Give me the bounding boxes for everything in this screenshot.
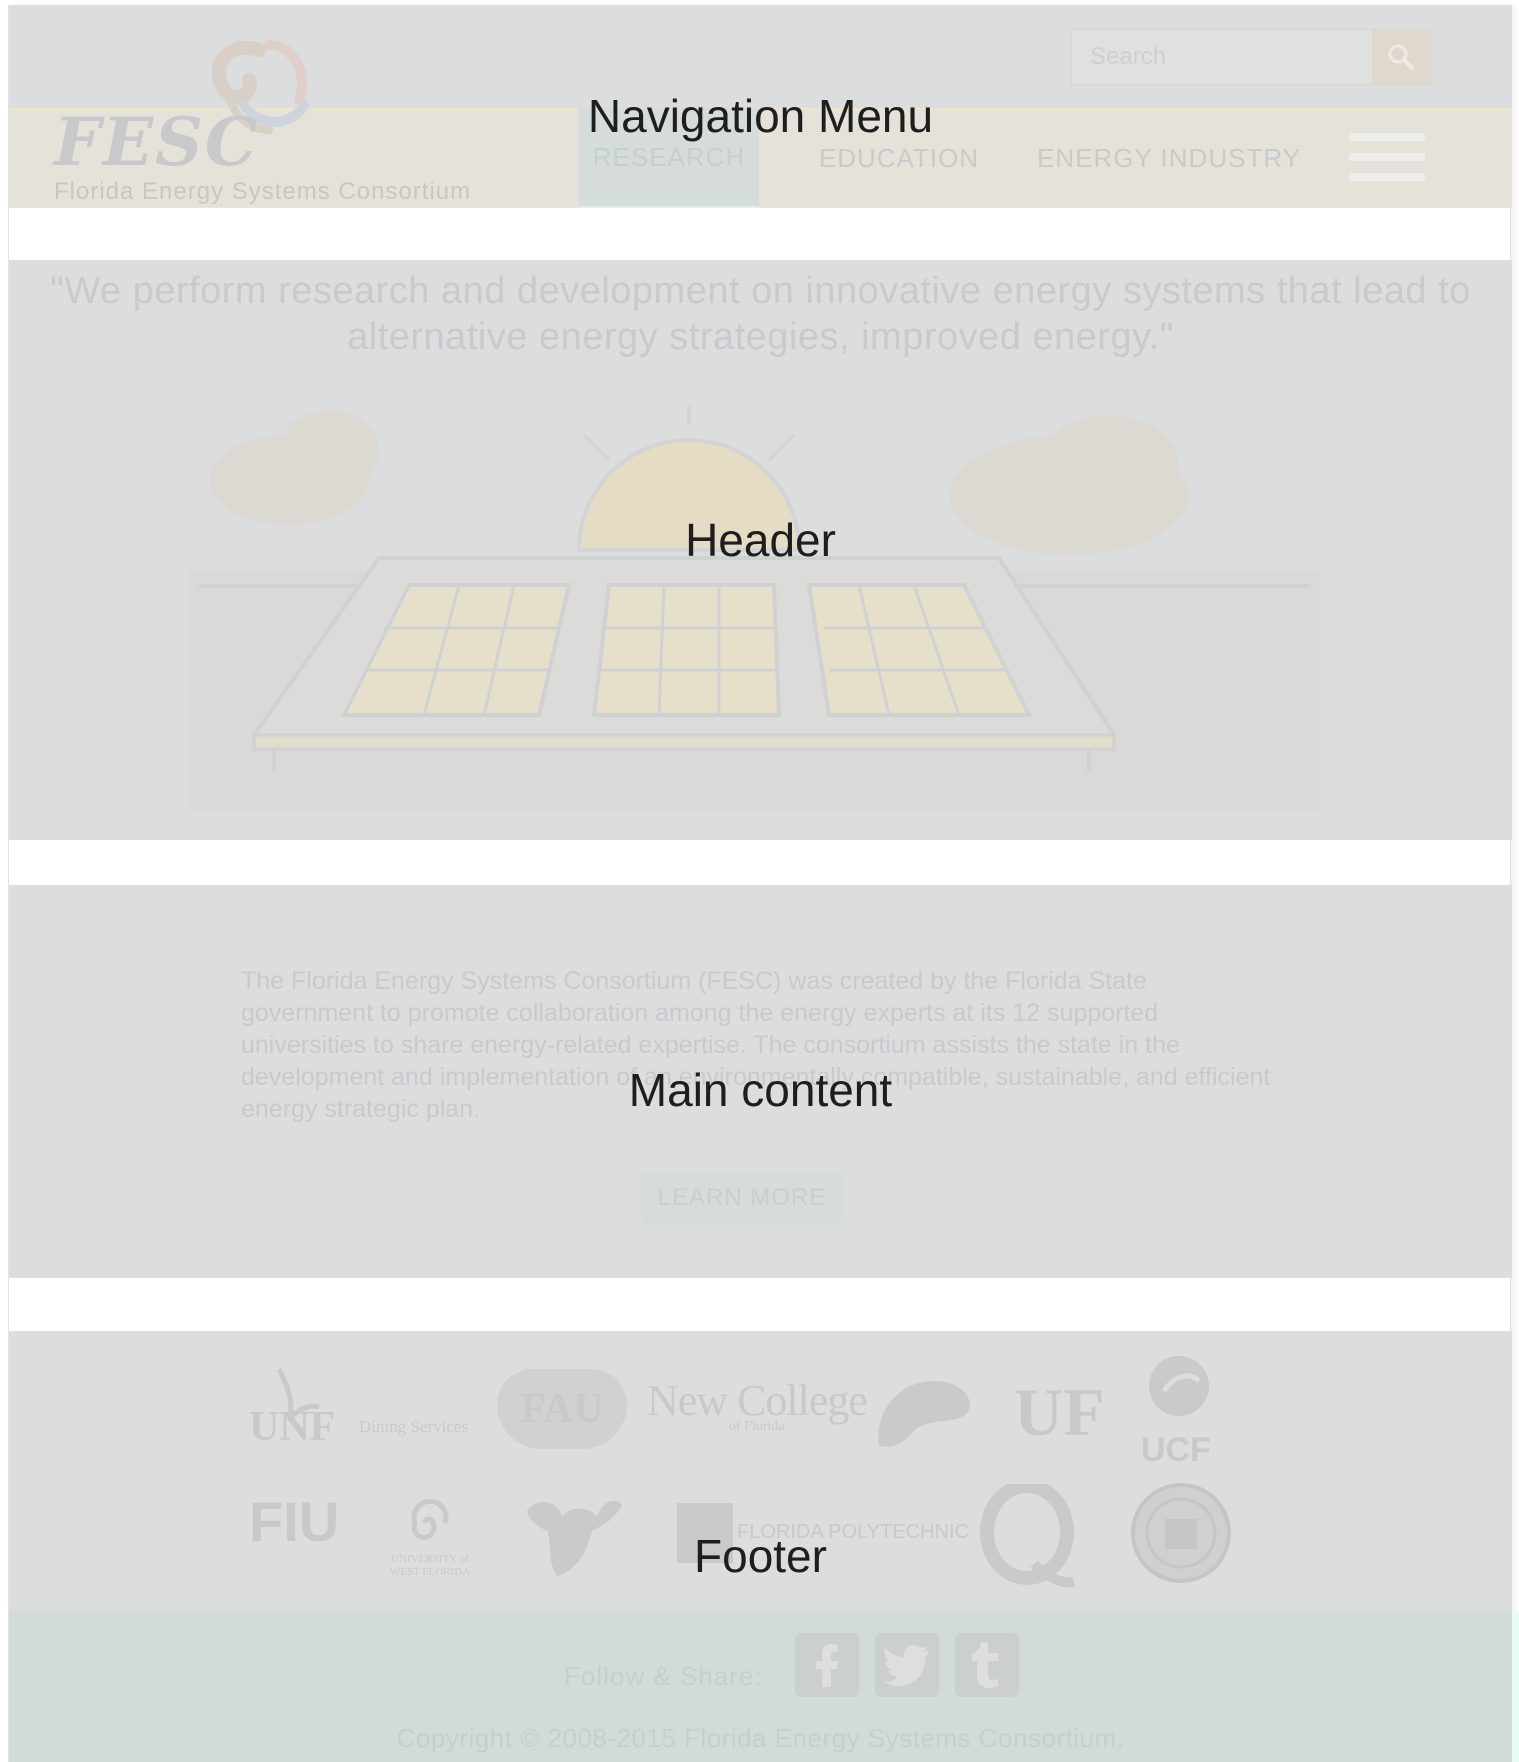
fiu-logo[interactable]: FIU: [249, 1489, 339, 1554]
intro-paragraph: The Florida Energy Systems Consortium (F…: [241, 967, 1271, 1123]
main-content: The Florida Energy Systems Consortium (F…: [9, 885, 1512, 1278]
header-quote: "We perform research and development on …: [50, 270, 1471, 358]
follow-share-label: Follow & Share:: [564, 1661, 763, 1691]
nav-item-research[interactable]: RESEARCH: [579, 108, 759, 208]
dining-services-text: Dining Services: [359, 1417, 469, 1436]
footer: UNF Dining Services FAU New College of F…: [9, 1331, 1519, 1762]
navigation-menu: FESC Florida Energy Systems Consortium R…: [9, 5, 1512, 208]
copyright-text: Copyright © 2008-2015 Florida Energy Sys…: [396, 1723, 1125, 1753]
tumblr-icon[interactable]: [955, 1633, 1019, 1697]
solar-panel-illustration: [189, 405, 1319, 810]
page: FESC Florida Energy Systems Consortium R…: [8, 5, 1519, 1762]
search-icon: [1388, 44, 1414, 70]
learn-more-button[interactable]: LEARN MORE: [641, 1171, 843, 1225]
uwf-logo[interactable]: UNIVERSITY of WEST FLORIDA: [385, 1553, 475, 1579]
logo-text: FESC: [54, 103, 260, 181]
fgcu-logo-icon[interactable]: [979, 1484, 1079, 1589]
search-button[interactable]: [1372, 30, 1430, 84]
fsu-seal-icon[interactable]: [1129, 1481, 1233, 1585]
header: "We perform research and development on …: [9, 260, 1512, 840]
facebook-icon[interactable]: [795, 1633, 859, 1697]
florida-poly-logo[interactable]: FLORIDA POLYTECHNIC: [737, 1521, 969, 1544]
nav-item-education[interactable]: EDUCATION: [799, 108, 999, 208]
florida-poly-mark-icon: [677, 1503, 733, 1563]
fesc-logo[interactable]: FESC Florida Energy Systems Consortium: [54, 35, 514, 210]
uf-logo[interactable]: UF: [1014, 1373, 1105, 1452]
fau-logo[interactable]: FAU: [497, 1369, 627, 1449]
logo-subtitle: Florida Energy Systems Consortium: [54, 178, 472, 205]
twitter-icon[interactable]: [875, 1633, 939, 1697]
usf-bull-icon[interactable]: [517, 1491, 627, 1581]
ucf-logo[interactable]: UCF: [1141, 1431, 1211, 1470]
hamburger-menu-icon[interactable]: [1349, 133, 1425, 189]
search-input[interactable]: [1072, 30, 1372, 84]
search-box: [1071, 29, 1431, 85]
footer-social-band: Follow & Share: Copyright © 2008-2015 Fl…: [9, 1611, 1519, 1762]
famu-logo-icon[interactable]: [869, 1371, 979, 1451]
ucf-pegasus-icon: [1144, 1351, 1214, 1421]
new-college-subtitle: of Florida: [729, 1419, 785, 1434]
nav-item-energy-industry[interactable]: ENERGY INDUSTRY: [1019, 108, 1319, 208]
unf-text: UNF: [249, 1404, 336, 1450]
uwf-spiral-icon: [384, 1493, 474, 1553]
